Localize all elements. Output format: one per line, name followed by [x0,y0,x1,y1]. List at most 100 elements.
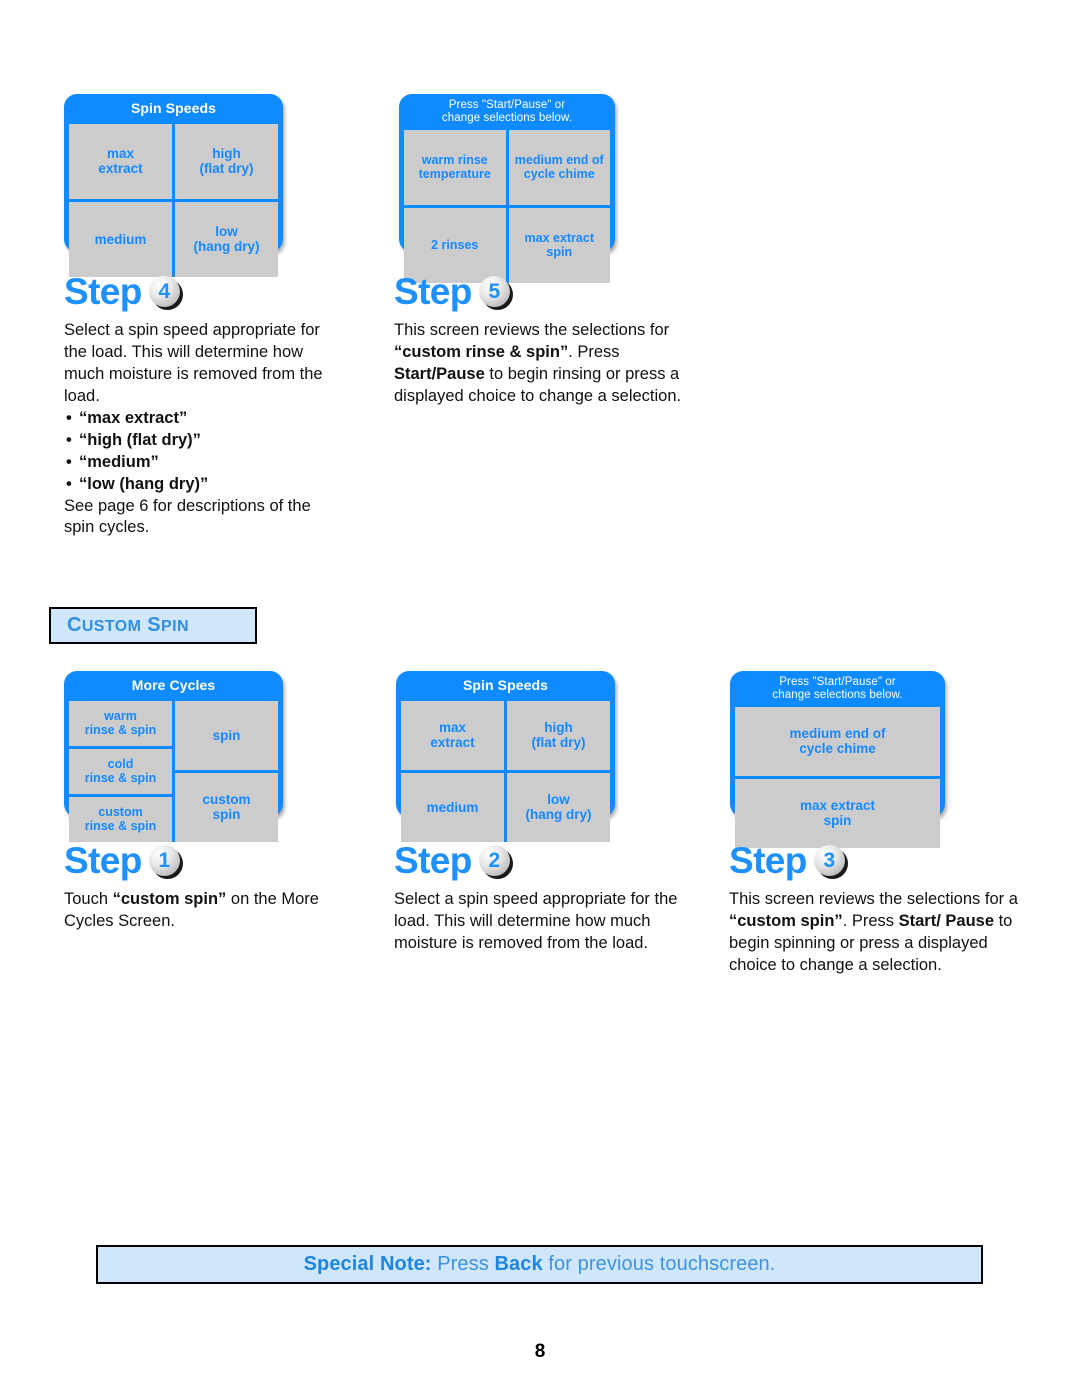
step-heading-2: Step 2 [394,840,513,881]
screen-title: Press "Start/Pause" or change selections… [735,671,940,707]
step-heading-1: Step 1 [64,840,183,881]
step4-paragraph-text: Select a spin speed appropriate for the … [64,321,323,405]
screen-body: max extract high (flat dry) medium low (… [401,700,610,842]
screen-row: medium low (hang dry) [69,201,278,277]
screen-cell-max-extract-spin[interactable]: max extract spin [735,778,940,848]
step-number-badge: 1 [148,845,183,879]
step-number-badge: 4 [148,276,183,310]
screen-cell-warm-rinse-and-spin[interactable]: warm rinse & spin [69,700,172,746]
screen-title-line2: change selections below. [441,111,573,124]
step-heading-5: Step 5 [394,271,513,312]
screen-row: max extract high (flat dry) [401,700,610,770]
section-header-word2-cap: S [147,614,162,636]
special-note-label: Special Note: [303,1253,432,1275]
screen-cell-low-hang-dry[interactable]: low (hang dry) [175,201,278,277]
list-item: “max extract” [64,408,326,430]
screen-cell-cold-rinse-and-spin[interactable]: cold rinse & spin [69,748,172,794]
screen-cell-spin[interactable]: spin [175,700,278,770]
touchscreen-more-cycles: More Cycles warm rinse & spin cold rinse… [64,671,283,842]
step-number: 3 [813,845,845,876]
screen-cell-max-extract-spin[interactable]: max extract spin [508,207,610,283]
screen-body: warm rinse temperature medium end of cyc… [404,129,610,283]
screen-cell-medium-end-of-cycle-chime[interactable]: medium end of cycle chime [508,129,610,205]
screen-cell-max-extract[interactable]: max extract [401,700,504,770]
step5-bold-1: “custom rinse & spin” [394,342,569,361]
screen-row: max extract high (flat dry) [69,123,278,199]
step-number-badge: 3 [813,845,848,879]
section-header-word2-rest: PIN [161,618,189,635]
screen-row: medium low (hang dry) [401,772,610,842]
step-heading-3: Step 3 [729,840,848,881]
more-cycles-left-column: warm rinse & spin cold rinse & spin cust… [69,700,172,842]
screen-row: warm rinse temperature medium end of cyc… [404,129,610,205]
section-header-label: CUSTOM SPIN [67,614,189,637]
step-heading-4: Step 4 [64,271,183,312]
page-number: 8 [534,1341,546,1362]
screen-cell-low-hang-dry[interactable]: low (hang dry) [507,772,610,842]
screen-cell-custom-rinse-and-spin[interactable]: custom rinse & spin [69,796,172,842]
special-note-bold: Back [494,1253,543,1275]
step3-text-2: . Press [842,911,899,930]
section-header-word1-cap: C [67,614,82,636]
step-number-badge: 5 [478,276,513,310]
screen-title: Spin Speeds [462,677,549,693]
screen-title: Press "Start/Pause" or change selections… [404,94,610,130]
screen-body: max extract high (flat dry) medium low (… [69,123,278,277]
step5-paragraph: This screen reviews the selections for “… [394,320,686,408]
special-note-text-1: Press [431,1253,495,1275]
section-header-custom-spin: CUSTOM SPIN [49,607,257,644]
step-number: 2 [478,845,510,876]
touchscreen-review-custom-spin: Press "Start/Pause" or change selections… [730,671,945,848]
screen-title: Spin Speeds [130,100,217,116]
screen-row: medium end of cycle chime [735,706,940,776]
screen-title-line1: Press "Start/Pause" or [448,99,566,111]
screen-cell-high-flat-dry[interactable]: high (flat dry) [175,123,278,199]
step-label: Step [394,840,472,881]
step-number: 5 [478,276,510,307]
step1-paragraph: Touch “custom spin” on the More Cycles S… [64,889,332,933]
step-number: 4 [148,276,180,307]
section-header-word1-rest: USTOM [81,618,142,635]
special-note-text: Special Note: Press Back for previous to… [304,1253,776,1276]
step2-paragraph: Select a spin speed appropriate for the … [394,890,678,952]
step3-bold-2: Start/ Pause [898,911,994,930]
screen-title: More Cycles [131,677,216,693]
step3-paragraph: This screen reviews the selections for a… [729,889,1021,977]
step5-text-2: . Press [568,342,620,361]
list-item: “medium” [64,452,326,474]
screen-cell-max-extract[interactable]: max extract [69,123,172,199]
step3-bold-1: “custom spin” [729,911,843,930]
screen-cell-medium-end-of-cycle-chime[interactable]: medium end of cycle chime [735,706,940,776]
step-label: Step [64,271,142,312]
special-note-text-2: for previous touchscreen. [542,1253,776,1275]
screen-title-line1: Press "Start/Pause" or [779,676,896,688]
screen-cell-medium[interactable]: medium [401,772,504,842]
step4-footnote: See page 6 for descriptions of the spin … [64,496,311,537]
screen-cell-high-flat-dry[interactable]: high (flat dry) [507,700,610,770]
screen-body: warm rinse & spin cold rinse & spin cust… [69,700,278,842]
step5-text-1: This screen reviews the selections for [394,321,670,339]
step4-paragraph: Select a spin speed appropriate for the … [64,320,326,539]
screen-cell-warm-rinse-temperature[interactable]: warm rinse temperature [404,129,506,205]
manual-page: Spin Speeds max extract high (flat dry) … [0,0,1080,1397]
step-label: Step [64,840,142,881]
step-label: Step [394,271,472,312]
screen-title-line2: change selections below. [772,688,903,701]
more-cycles-right-column: spin custom spin [175,700,278,842]
step-number-badge: 2 [478,845,513,879]
screen-cell-custom-spin[interactable]: custom spin [175,772,278,842]
step-label: Step [729,840,807,881]
step1-bold-1: “custom spin” [112,890,227,908]
list-item: “low (hang dry)” [64,474,326,496]
screen-row: max extract spin [735,778,940,848]
list-item: “high (flat dry)” [64,430,326,452]
step3-text-1: This screen reviews the selections for a [729,890,1018,908]
screen-cell-medium[interactable]: medium [69,201,172,277]
touchscreen-review-rinse-spin: Press "Start/Pause" or change selections… [399,94,615,283]
step4-bullet-list: “max extract” “high (flat dry)” “medium”… [64,408,326,496]
step5-bold-2: Start/Pause [394,364,485,383]
special-note-bar: Special Note: Press Back for previous to… [96,1245,983,1284]
step1-text-1: Touch [64,890,113,908]
screen-body: medium end of cycle chime max extract sp… [735,706,940,848]
step-number: 1 [148,845,180,876]
